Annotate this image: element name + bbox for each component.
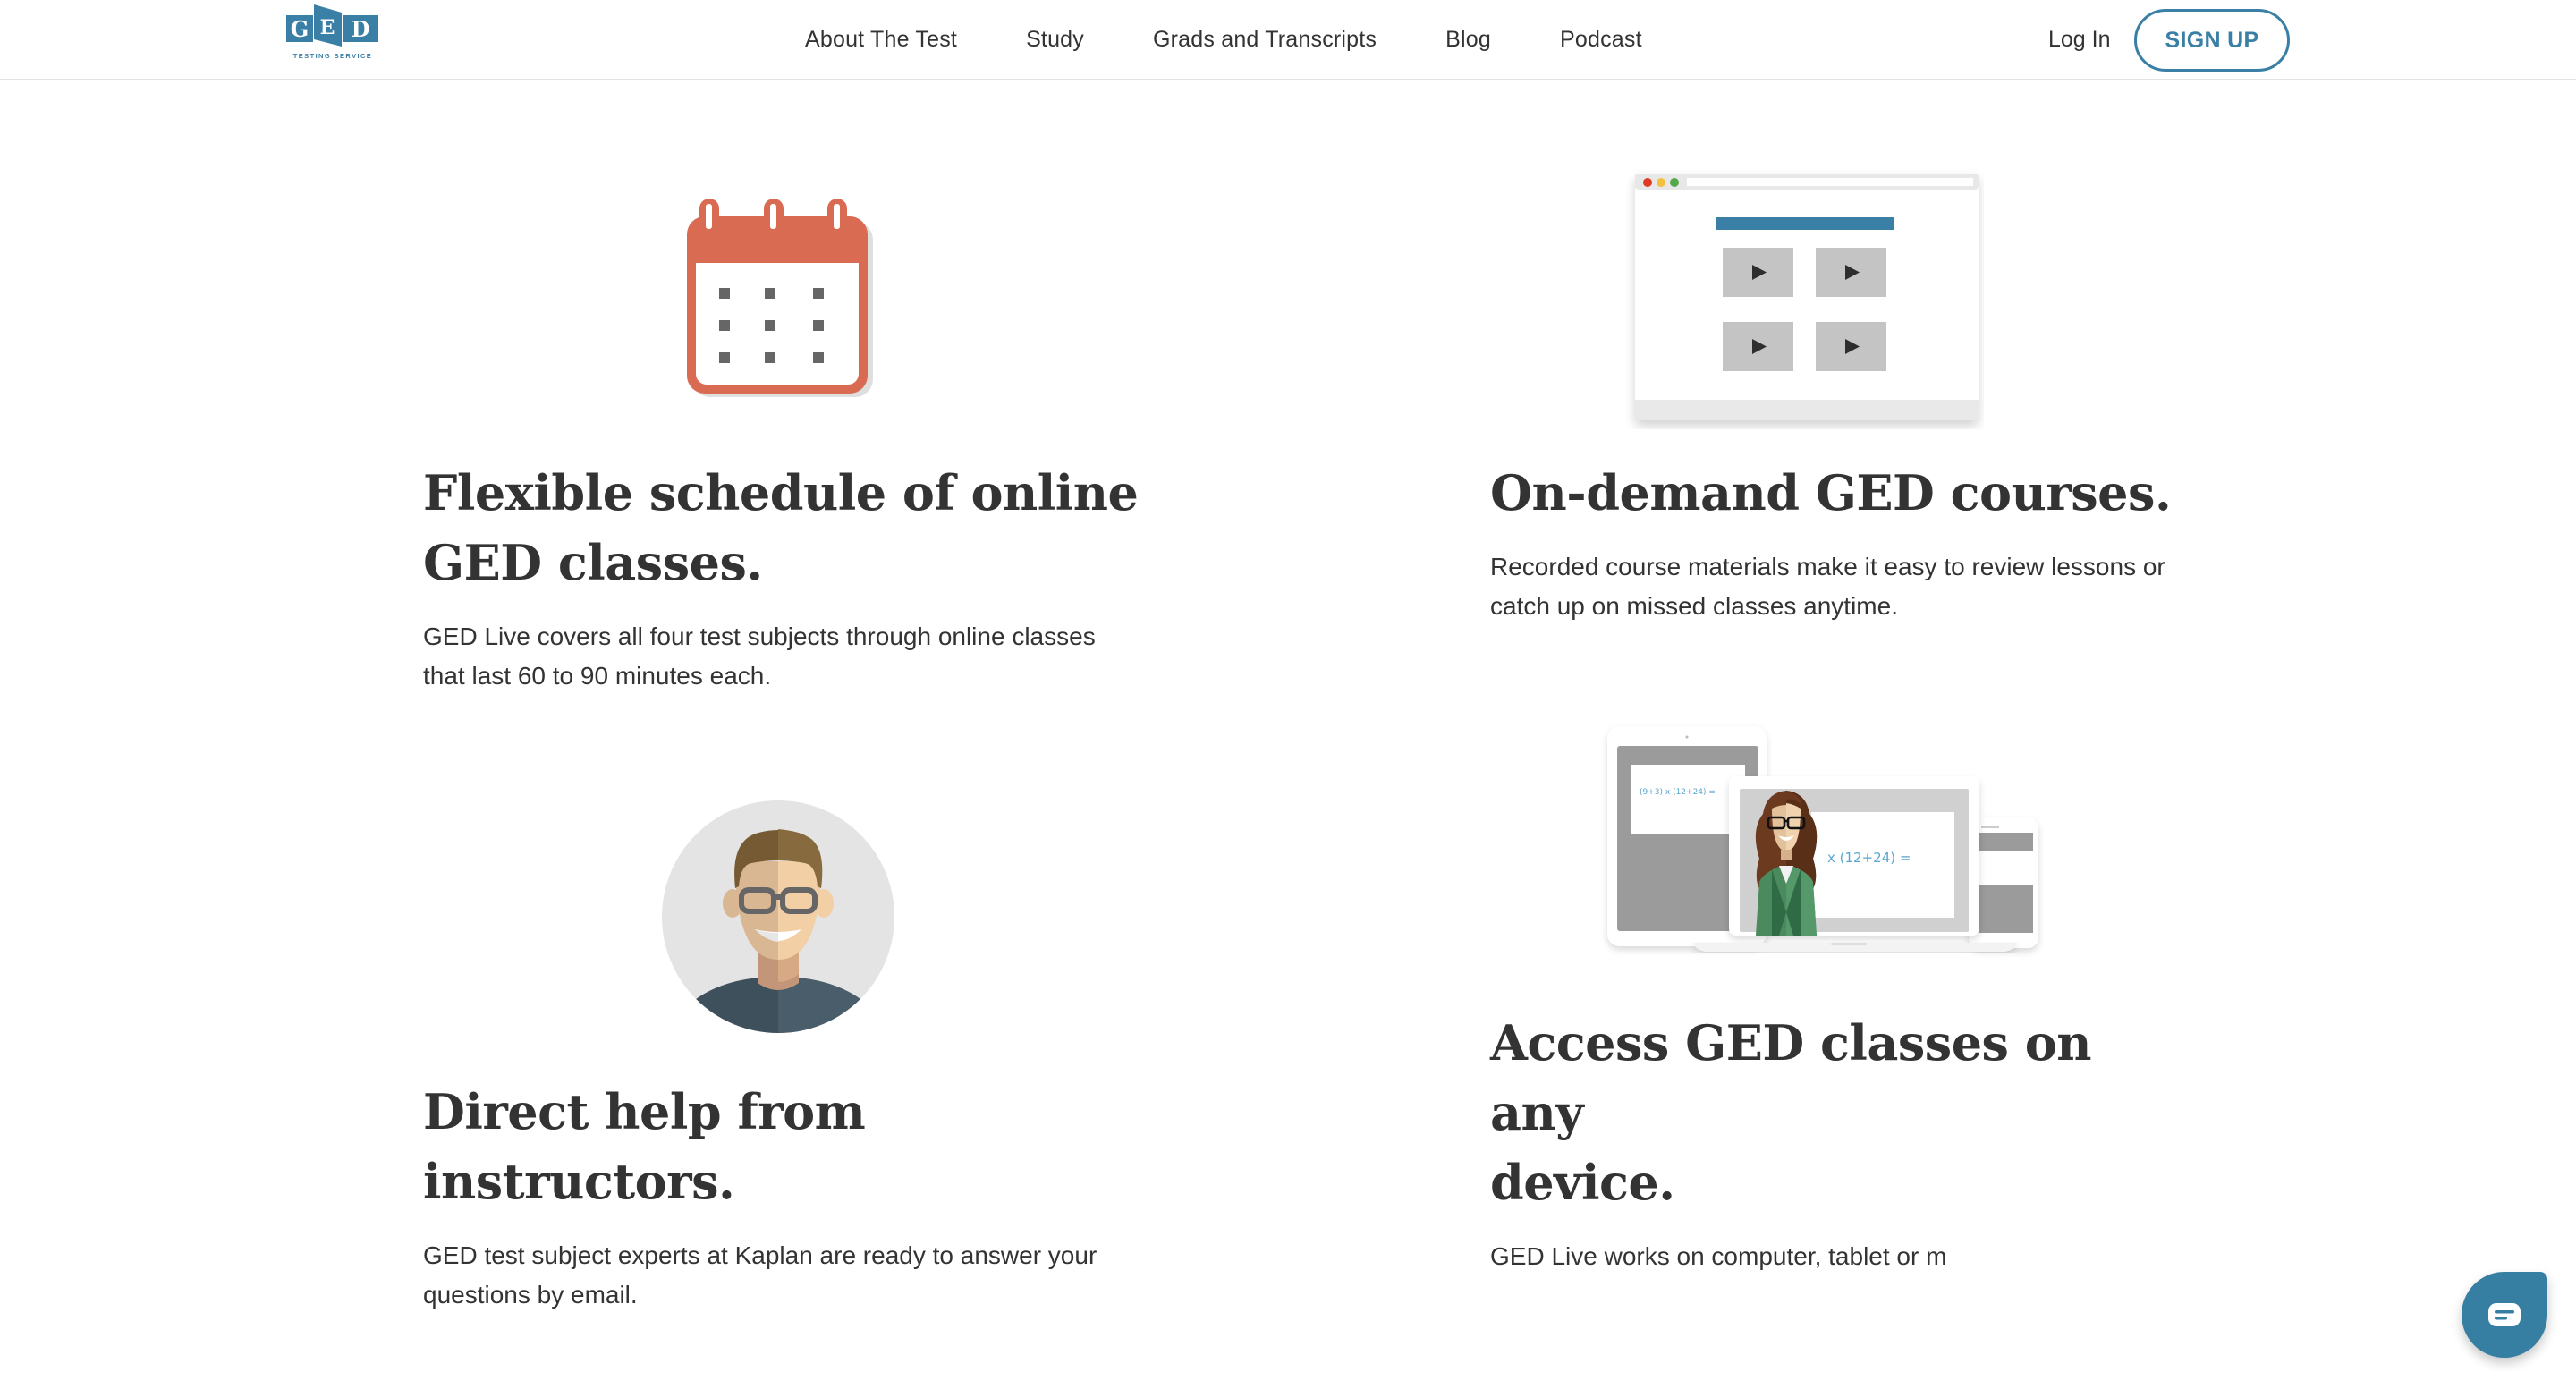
logo-letter-d: D: [352, 16, 370, 42]
main-nav: About The Test Study Grads and Transcrip…: [805, 0, 1711, 79]
feature-heading: Direct help from instructors.: [423, 1083, 866, 1210]
login-link[interactable]: Log In: [2048, 0, 2111, 79]
feature-any-device: Access GED classes on any device. GED Li…: [1490, 1008, 2188, 1276]
feature-body: GED test subject experts at Kaplan are r…: [423, 1241, 1097, 1309]
laptop-equation: x (12+24) =: [1827, 850, 1911, 866]
chat-launcher-button[interactable]: [2462, 1272, 2547, 1358]
nav-about-the-test[interactable]: About The Test: [805, 27, 957, 53]
nav-podcast[interactable]: Podcast: [1560, 27, 1642, 53]
video-course-browser-icon: [1626, 161, 1984, 429]
feature-heading-line-2: device.: [1490, 1154, 1675, 1211]
site-header: G E D TESTING SERVICE About The Test Stu…: [0, 0, 2576, 80]
chat-bubble-icon: [2488, 1303, 2521, 1326]
feature-heading-line-1: Access GED classes on any: [1490, 1014, 2092, 1141]
feature-direct-help: Direct help from instructors. GED test s…: [423, 1077, 1157, 1315]
logo-letter-e: E: [320, 16, 335, 39]
feature-heading: On-demand GED courses.: [1490, 464, 2172, 521]
feature-flexible-schedule: Flexible schedule of online GED classes.…: [423, 458, 1139, 696]
feature-heading-line-2: GED classes.: [423, 534, 763, 591]
nav-blog[interactable]: Blog: [1445, 27, 1491, 53]
feature-body: GED Live works on computer, tablet or m: [1490, 1242, 1947, 1270]
feature-heading: Access GED classes on any device.: [1490, 1008, 2188, 1217]
feature-heading: Flexible schedule of online GED classes.: [423, 458, 1139, 597]
feature-body: Recorded course materials make it easy t…: [1490, 553, 2165, 620]
nav-study[interactable]: Study: [1026, 27, 1084, 53]
nav-grads-and-transcripts[interactable]: Grads and Transcripts: [1153, 27, 1377, 53]
ged-logo[interactable]: G E D TESTING SERVICE: [284, 4, 383, 63]
calendar-icon: [682, 195, 875, 399]
logo-letter-g: G: [291, 16, 309, 42]
feature-on-demand-courses: On-demand GED courses. Recorded course m…: [1490, 458, 2188, 626]
signup-button[interactable]: SIGN UP: [2134, 9, 2290, 72]
ged-logo-icon: G E D TESTING SERVICE: [286, 4, 378, 60]
instructor-avatar-icon: [660, 799, 896, 1035]
multi-device-icon: (9+3) x (12+24) = x (12+24) =: [1597, 716, 2044, 957]
tablet-equation: (9+3) x (12+24) =: [1640, 788, 1716, 797]
feature-body: GED Live covers all four test subjects t…: [423, 623, 1096, 690]
feature-heading-line-1: Flexible schedule of online: [423, 464, 1139, 521]
logo-tagline: TESTING SERVICE: [293, 52, 372, 60]
